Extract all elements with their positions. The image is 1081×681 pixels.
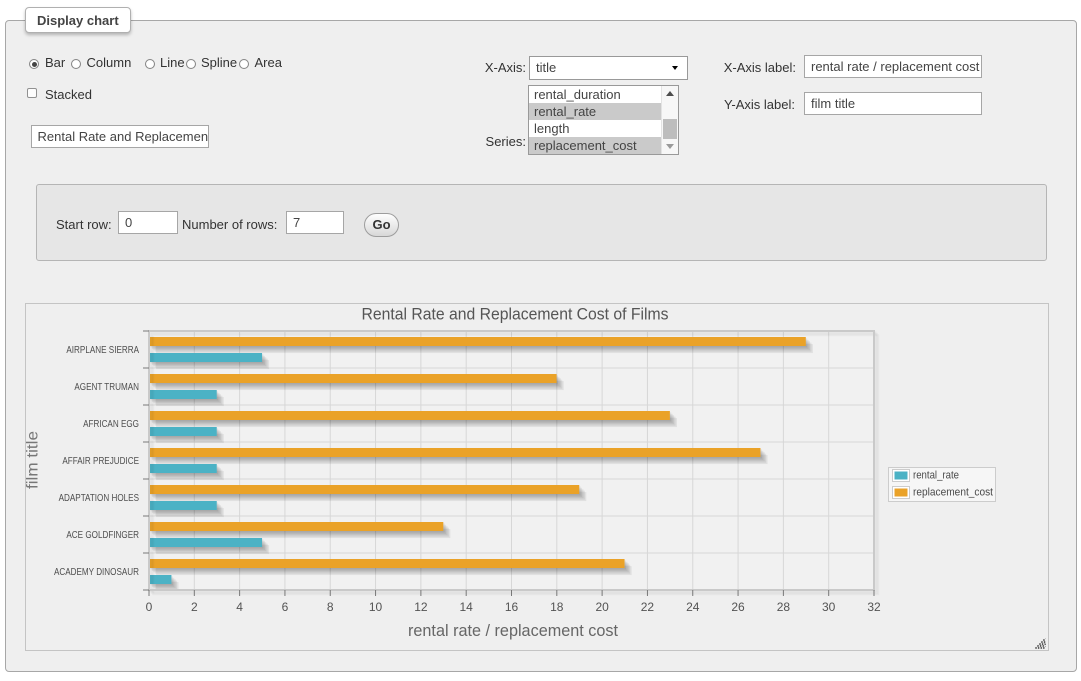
svg-text:0: 0 (146, 600, 153, 614)
svg-text:film title: film title (24, 431, 41, 489)
svg-text:rental_rate: rental_rate (913, 469, 959, 481)
svg-text:10: 10 (369, 600, 383, 614)
svg-text:22: 22 (641, 600, 655, 614)
svg-text:12: 12 (414, 600, 428, 614)
svg-text:14: 14 (460, 600, 474, 614)
svg-text:ACADEMY DINOSAUR: ACADEMY DINOSAUR (54, 567, 139, 578)
svg-text:rental rate / replacement cost: rental rate / replacement cost (408, 622, 618, 640)
svg-text:20: 20 (595, 600, 609, 614)
svg-text:6: 6 (282, 600, 289, 614)
svg-text:4: 4 (236, 600, 243, 614)
svg-text:26: 26 (731, 600, 745, 614)
svg-text:30: 30 (822, 600, 836, 614)
svg-text:32: 32 (867, 600, 881, 614)
svg-text:24: 24 (686, 600, 700, 614)
svg-text:28: 28 (777, 600, 791, 614)
svg-text:18: 18 (550, 600, 564, 614)
svg-text:ACE GOLDFINGER: ACE GOLDFINGER (66, 530, 139, 541)
svg-text:AFFAIR PREJUDICE: AFFAIR PREJUDICE (62, 456, 139, 467)
svg-text:AGENT TRUMAN: AGENT TRUMAN (74, 382, 139, 393)
svg-text:replacement_cost: replacement_cost (913, 486, 993, 498)
svg-text:2: 2 (191, 600, 198, 614)
svg-text:AIRPLANE SIERRA: AIRPLANE SIERRA (66, 345, 139, 356)
svg-text:AFRICAN EGG: AFRICAN EGG (83, 419, 139, 430)
svg-text:8: 8 (327, 600, 334, 614)
svg-text:16: 16 (505, 600, 519, 614)
svg-text:Rental Rate and Replacement Co: Rental Rate and Replacement Cost of Film… (362, 305, 669, 323)
svg-text:ADAPTATION HOLES: ADAPTATION HOLES (59, 493, 139, 504)
